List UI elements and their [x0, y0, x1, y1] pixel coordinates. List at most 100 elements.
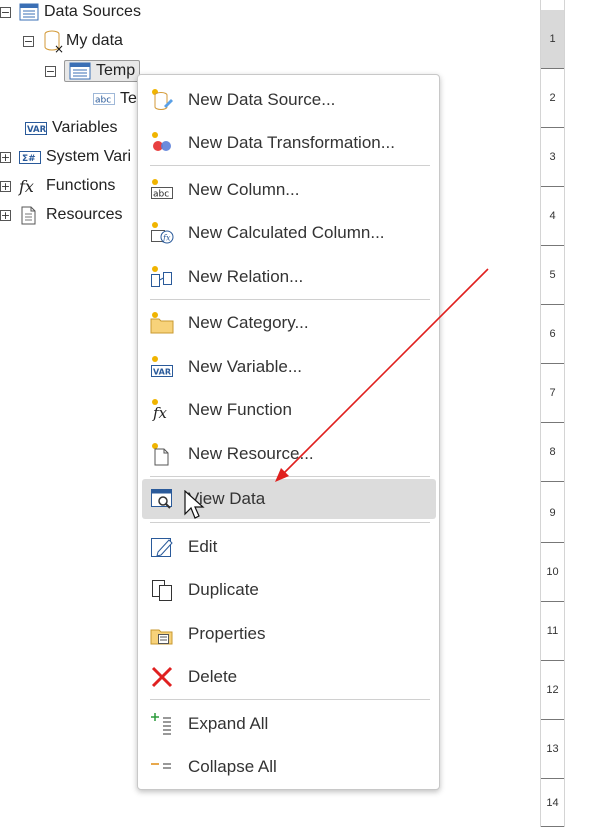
- mouse-cursor-icon: [184, 490, 205, 519]
- menu-item-label: New Data Transformation...: [188, 133, 395, 152]
- delete-icon: [148, 663, 176, 691]
- menu-separator: [150, 165, 430, 166]
- duplicate-icon: [148, 576, 176, 604]
- tree-node-text-column[interactable]: abc Te: [93, 87, 137, 111]
- menu-item-new-data-transformation[interactable]: New Data Transformation...: [142, 123, 436, 163]
- ruler-mark: 12: [541, 661, 564, 720]
- new-variable-icon: VAR: [148, 353, 176, 381]
- menu-item-duplicate[interactable]: Duplicate: [142, 570, 436, 610]
- tree-node-data-sources[interactable]: − Data Sources: [0, 0, 141, 24]
- ruler-mark: 3: [541, 128, 564, 187]
- menu-separator: [150, 299, 430, 300]
- edit-icon: [148, 533, 176, 561]
- svg-text:abc: abc: [153, 190, 169, 200]
- menu-item-properties[interactable]: Properties: [142, 614, 436, 654]
- new-resource-icon: [148, 440, 176, 468]
- expand-icon[interactable]: +: [0, 151, 11, 163]
- menu-item-label: New Relation...: [188, 267, 304, 286]
- new-category-icon: [148, 309, 176, 337]
- ruler-mark: 13: [541, 720, 564, 779]
- new-column-icon: abc: [148, 176, 176, 204]
- tree-label: Functions: [46, 177, 116, 194]
- tree-label: Temp: [96, 62, 136, 79]
- tree-label: Te: [120, 90, 137, 107]
- svg-text:×: ×: [54, 42, 64, 53]
- tree-label: Resources: [46, 206, 123, 223]
- data-sources-icon: [19, 3, 39, 21]
- collapse-icon[interactable]: −: [23, 35, 34, 47]
- menu-item-collapse-all[interactable]: Collapse All: [142, 747, 436, 787]
- menu-item-label: Delete: [188, 667, 238, 686]
- selected-node[interactable]: Temp: [64, 60, 141, 82]
- menu-item-label: Edit: [188, 537, 218, 556]
- expand-icon[interactable]: +: [0, 180, 11, 192]
- menu-item-label: Collapse All: [188, 757, 277, 776]
- new-calculated-column-icon: fx: [148, 219, 176, 247]
- tree-node-functions[interactable]: + fx Functions: [0, 174, 115, 198]
- collapse-icon[interactable]: −: [45, 65, 56, 77]
- properties-icon: [148, 620, 176, 648]
- menu-separator: [150, 699, 430, 700]
- menu-item-label: New Calculated Column...: [188, 223, 385, 242]
- function-icon: fx: [19, 176, 34, 196]
- menu-item-label: New Variable...: [188, 357, 303, 376]
- expand-all-icon: [148, 710, 176, 738]
- database-icon: ×: [42, 29, 64, 53]
- vertical-ruler: 1 2 3 4 5 6 7 8 9 10 11 12 13 14: [540, 0, 565, 827]
- menu-item-expand-all[interactable]: Expand All: [142, 704, 436, 744]
- ruler-mark: 11: [541, 602, 564, 661]
- tree-node-resources[interactable]: + Resources: [0, 203, 122, 227]
- ruler-mark: 10: [541, 543, 564, 602]
- ruler-mark: 2: [541, 69, 564, 128]
- tree-node-temp[interactable]: − Temp: [45, 58, 141, 84]
- menu-item-label: New Function: [188, 400, 292, 419]
- view-data-icon: [148, 485, 176, 513]
- svg-text:Σ#: Σ#: [22, 154, 36, 164]
- menu-item-delete[interactable]: Delete: [142, 657, 436, 697]
- menu-item-new-variable[interactable]: VAR New Variable...: [142, 347, 436, 387]
- tree-node-my-data[interactable]: − × My data: [23, 29, 123, 53]
- ruler-mark: 4: [541, 187, 564, 246]
- tree-label: My data: [66, 32, 123, 49]
- menu-item-label: New Category...: [188, 313, 309, 332]
- tree-label: Data Sources: [44, 3, 141, 20]
- table-icon: [69, 62, 91, 80]
- svg-text:fx: fx: [152, 404, 168, 422]
- collapse-all-icon: [148, 753, 176, 781]
- menu-separator: [150, 522, 430, 523]
- menu-item-label: Expand All: [188, 714, 269, 733]
- menu-item-new-resource[interactable]: New Resource...: [142, 434, 436, 474]
- ruler-mark: 1: [541, 10, 564, 69]
- ruler-mark: 5: [541, 246, 564, 305]
- context-menu: New Data Source... New Data Transformati…: [137, 74, 440, 790]
- collapse-icon[interactable]: −: [0, 6, 11, 18]
- menu-item-label: Properties: [188, 624, 266, 643]
- svg-text:VAR: VAR: [27, 125, 47, 135]
- expand-icon[interactable]: +: [0, 209, 11, 221]
- menu-separator: [150, 476, 430, 477]
- menu-item-new-category[interactable]: New Category...: [142, 303, 436, 343]
- ruler-mark: 14: [541, 779, 564, 827]
- ruler-mark: 7: [541, 364, 564, 423]
- tree-node-system-variables[interactable]: + Σ# System Vari: [0, 145, 131, 169]
- menu-item-new-relation[interactable]: New Relation...: [142, 257, 436, 297]
- tree-label: Variables: [52, 119, 118, 136]
- menu-item-edit[interactable]: Edit: [142, 527, 436, 567]
- menu-item-new-function[interactable]: fx New Function: [142, 390, 436, 430]
- system-variable-icon: Σ#: [19, 150, 41, 164]
- menu-item-new-column[interactable]: abc New Column...: [142, 170, 436, 210]
- new-data-transformation-icon: [148, 129, 176, 157]
- ruler-mark: 9: [541, 484, 564, 543]
- ruler-mark: 6: [541, 305, 564, 364]
- menu-item-label: New Data Source...: [188, 90, 336, 109]
- variable-icon: VAR: [25, 121, 47, 135]
- tree-node-variables[interactable]: VAR Variables: [25, 116, 118, 140]
- new-function-icon: fx: [148, 396, 176, 424]
- menu-item-new-data-source[interactable]: New Data Source...: [142, 80, 436, 120]
- resources-icon: [19, 204, 41, 226]
- new-data-source-icon: [148, 86, 176, 114]
- menu-item-label: Duplicate: [188, 580, 259, 599]
- menu-item-label: New Column...: [188, 180, 300, 199]
- menu-item-new-calculated-column[interactable]: fx New Calculated Column...: [142, 213, 436, 253]
- ruler-mark: 8: [541, 423, 564, 482]
